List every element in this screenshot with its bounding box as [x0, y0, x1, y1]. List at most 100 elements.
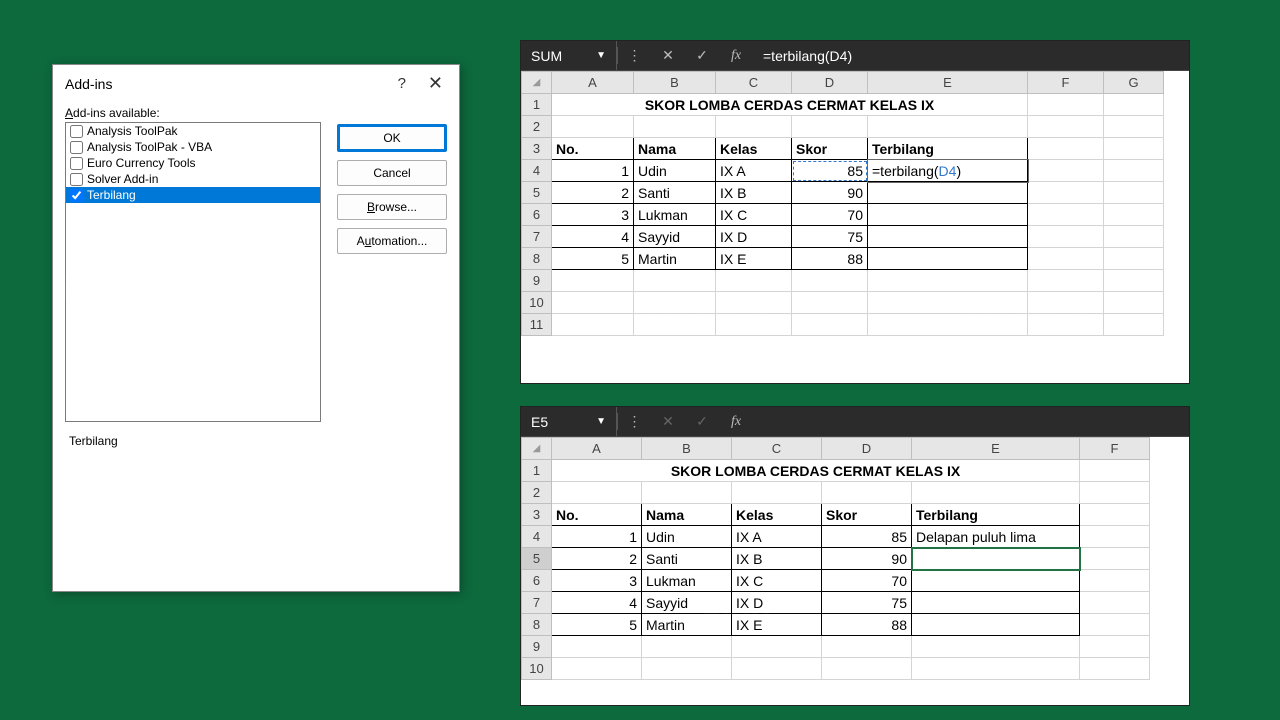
cell[interactable]: 1: [552, 526, 642, 548]
cell[interactable]: [1028, 160, 1104, 182]
row-header[interactable]: 11: [522, 314, 552, 336]
cell[interactable]: IX A: [732, 526, 822, 548]
cell[interactable]: Sayyid: [634, 226, 716, 248]
cell[interactable]: [642, 658, 732, 680]
cell[interactable]: Nama: [642, 504, 732, 526]
cell[interactable]: Lukman: [642, 570, 732, 592]
cell[interactable]: 2: [552, 548, 642, 570]
cancel-formula-icon[interactable]: ✕: [651, 47, 685, 64]
cell[interactable]: [732, 636, 822, 658]
row-header[interactable]: 6: [522, 570, 552, 592]
cell[interactable]: Udin: [634, 160, 716, 182]
addins-listbox[interactable]: Analysis ToolPakAnalysis ToolPak - VBAEu…: [65, 122, 321, 422]
namebox-dropdown-icon[interactable]: ▼: [596, 416, 606, 427]
cell[interactable]: 3: [552, 570, 642, 592]
row-header[interactable]: 1: [522, 94, 552, 116]
cell[interactable]: Lukman: [634, 204, 716, 226]
row-header[interactable]: 8: [522, 248, 552, 270]
cell[interactable]: [1028, 182, 1104, 204]
cell[interactable]: No.: [552, 504, 642, 526]
namebox-dropdown-icon[interactable]: ▼: [596, 50, 606, 61]
cell[interactable]: [732, 658, 822, 680]
cell[interactable]: [552, 636, 642, 658]
row-header[interactable]: 3: [522, 504, 552, 526]
row-header[interactable]: 7: [522, 226, 552, 248]
cell[interactable]: [1104, 248, 1164, 270]
more-icon[interactable]: ⋮: [617, 47, 651, 64]
column-header[interactable]: C: [732, 438, 822, 460]
cell[interactable]: [552, 314, 634, 336]
cell[interactable]: Santi: [634, 182, 716, 204]
column-header[interactable]: B: [634, 72, 716, 94]
name-box[interactable]: SUM▼: [521, 41, 617, 70]
cell[interactable]: [634, 292, 716, 314]
cell[interactable]: 70: [792, 204, 868, 226]
cell[interactable]: [1028, 226, 1104, 248]
cell[interactable]: Kelas: [716, 138, 792, 160]
cell[interactable]: IX E: [716, 248, 792, 270]
cell[interactable]: [912, 570, 1080, 592]
cell[interactable]: Udin: [642, 526, 732, 548]
cell[interactable]: [868, 248, 1028, 270]
cell[interactable]: [1080, 592, 1150, 614]
cell[interactable]: [552, 116, 634, 138]
addin-item[interactable]: Solver Add-in: [66, 171, 320, 187]
cell[interactable]: [868, 292, 1028, 314]
cell[interactable]: SKOR LOMBA CERDAS CERMAT KELAS IX: [552, 94, 1028, 116]
addin-checkbox[interactable]: [70, 125, 83, 138]
column-header[interactable]: B: [642, 438, 732, 460]
help-button[interactable]: ?: [398, 75, 406, 92]
fx-icon[interactable]: fx: [719, 48, 753, 64]
cell[interactable]: IX D: [732, 592, 822, 614]
addin-item[interactable]: Analysis ToolPak - VBA: [66, 139, 320, 155]
select-all-corner[interactable]: ◢: [522, 72, 552, 94]
cell[interactable]: Delapan puluh lima: [912, 526, 1080, 548]
cell[interactable]: [822, 658, 912, 680]
cell[interactable]: No.: [552, 138, 634, 160]
row-header[interactable]: 2: [522, 482, 552, 504]
cell[interactable]: [716, 116, 792, 138]
cell[interactable]: 90: [822, 548, 912, 570]
cell[interactable]: Martin: [634, 248, 716, 270]
cell[interactable]: [732, 482, 822, 504]
cell[interactable]: [1080, 460, 1150, 482]
cell[interactable]: 88: [792, 248, 868, 270]
cell[interactable]: [634, 116, 716, 138]
cell[interactable]: [716, 292, 792, 314]
cell[interactable]: Skor: [822, 504, 912, 526]
cell[interactable]: 85: [822, 526, 912, 548]
more-icon[interactable]: ⋮: [617, 413, 651, 430]
cell[interactable]: [1104, 204, 1164, 226]
select-all-corner[interactable]: ◢: [522, 438, 552, 460]
cell[interactable]: [868, 182, 1028, 204]
cell[interactable]: [792, 116, 868, 138]
cell[interactable]: [1104, 138, 1164, 160]
cell[interactable]: IX D: [716, 226, 792, 248]
row-header[interactable]: 9: [522, 270, 552, 292]
cell[interactable]: [868, 116, 1028, 138]
column-header[interactable]: D: [822, 438, 912, 460]
row-header[interactable]: 1: [522, 460, 552, 482]
cell[interactable]: [912, 548, 1080, 570]
cell[interactable]: [1028, 292, 1104, 314]
cell[interactable]: IX E: [732, 614, 822, 636]
row-header[interactable]: 9: [522, 636, 552, 658]
cell[interactable]: Sayyid: [642, 592, 732, 614]
addin-item[interactable]: Euro Currency Tools: [66, 155, 320, 171]
addin-checkbox[interactable]: [70, 173, 83, 186]
column-header[interactable]: E: [868, 72, 1028, 94]
ok-button[interactable]: OK: [337, 124, 447, 152]
cell[interactable]: [634, 270, 716, 292]
column-header[interactable]: E: [912, 438, 1080, 460]
column-header[interactable]: G: [1104, 72, 1164, 94]
row-header[interactable]: 4: [522, 526, 552, 548]
cell[interactable]: IX C: [716, 204, 792, 226]
column-header[interactable]: F: [1028, 72, 1104, 94]
row-header[interactable]: 2: [522, 116, 552, 138]
cell[interactable]: [1028, 138, 1104, 160]
addin-checkbox[interactable]: [70, 141, 83, 154]
cell[interactable]: Martin: [642, 614, 732, 636]
cell[interactable]: IX A: [716, 160, 792, 182]
cell[interactable]: Nama: [634, 138, 716, 160]
cell[interactable]: [868, 314, 1028, 336]
